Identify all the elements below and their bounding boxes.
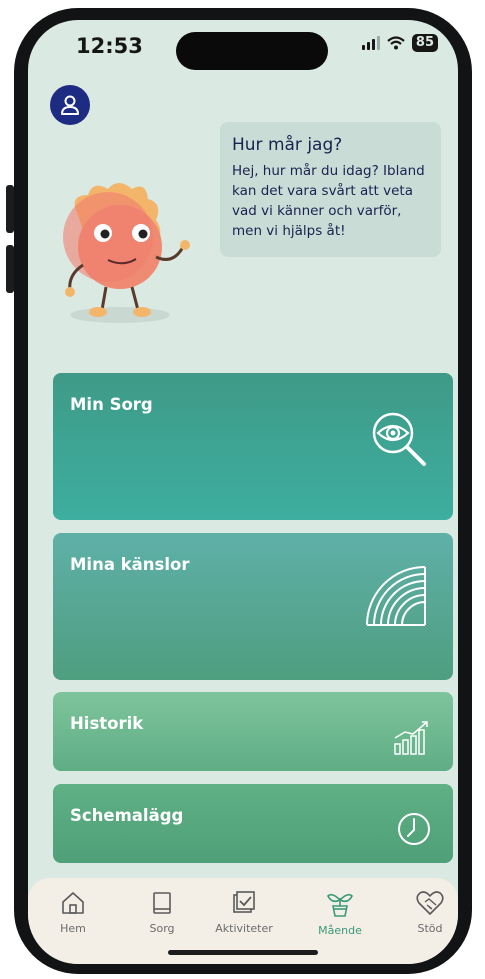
card-mina-kanslor[interactable]: Mina känslor [53,533,453,680]
home-indicator[interactable] [168,950,318,955]
tab-hem[interactable]: Hem [33,890,113,935]
tab-label: Mående [318,924,362,937]
profile-button[interactable] [50,85,90,125]
card-label: Schemalägg [70,806,184,825]
phone-side-button [6,245,14,293]
checklist-icon [233,891,255,913]
card-schemalagg[interactable]: Schemalägg [53,784,453,863]
tab-sorg[interactable]: Sorg [122,890,202,935]
tab-stod[interactable]: Stöd [390,890,458,935]
card-historik[interactable]: Historik [53,692,453,771]
app-screen: 12:53 85 Hur mår jag? Hej, hur mår du id… [28,20,458,964]
card-label: Historik [70,714,144,733]
clock-icon [398,813,430,845]
dynamic-island [176,32,328,70]
status-time: 12:53 [76,34,143,58]
card-min-sorg[interactable]: Min Sorg [53,373,453,520]
book-icon [153,892,171,914]
user-icon [61,95,79,115]
chart-icon [394,721,428,755]
status-icons: 85 [361,34,438,52]
tab-maende[interactable]: Mående [300,890,380,937]
signal-icon [361,36,380,50]
tab-aktiviteter[interactable]: Aktiviteter [204,890,284,935]
heart-handshake-icon [416,891,444,915]
eye-search-icon [372,412,426,466]
plant-icon [327,893,353,917]
mascot-illustration [63,183,190,323]
phone-side-button [6,185,14,233]
greeting-bubble: Hur mår jag? Hej, hur mår du idag? Iblan… [220,122,441,257]
tab-label: Hem [60,922,86,935]
tab-label: Aktiviteter [215,922,273,935]
greeting-title: Hur mår jag? [232,135,343,155]
wifi-icon [387,36,405,50]
battery-indicator: 85 [411,34,438,52]
rainbow-icon [366,566,426,626]
tab-label: Sorg [149,922,175,935]
home-icon [62,892,84,914]
tab-label: Stöd [417,922,443,935]
greeting-text: Hej, hur mår du idag? Ibland kan det var… [232,163,425,239]
